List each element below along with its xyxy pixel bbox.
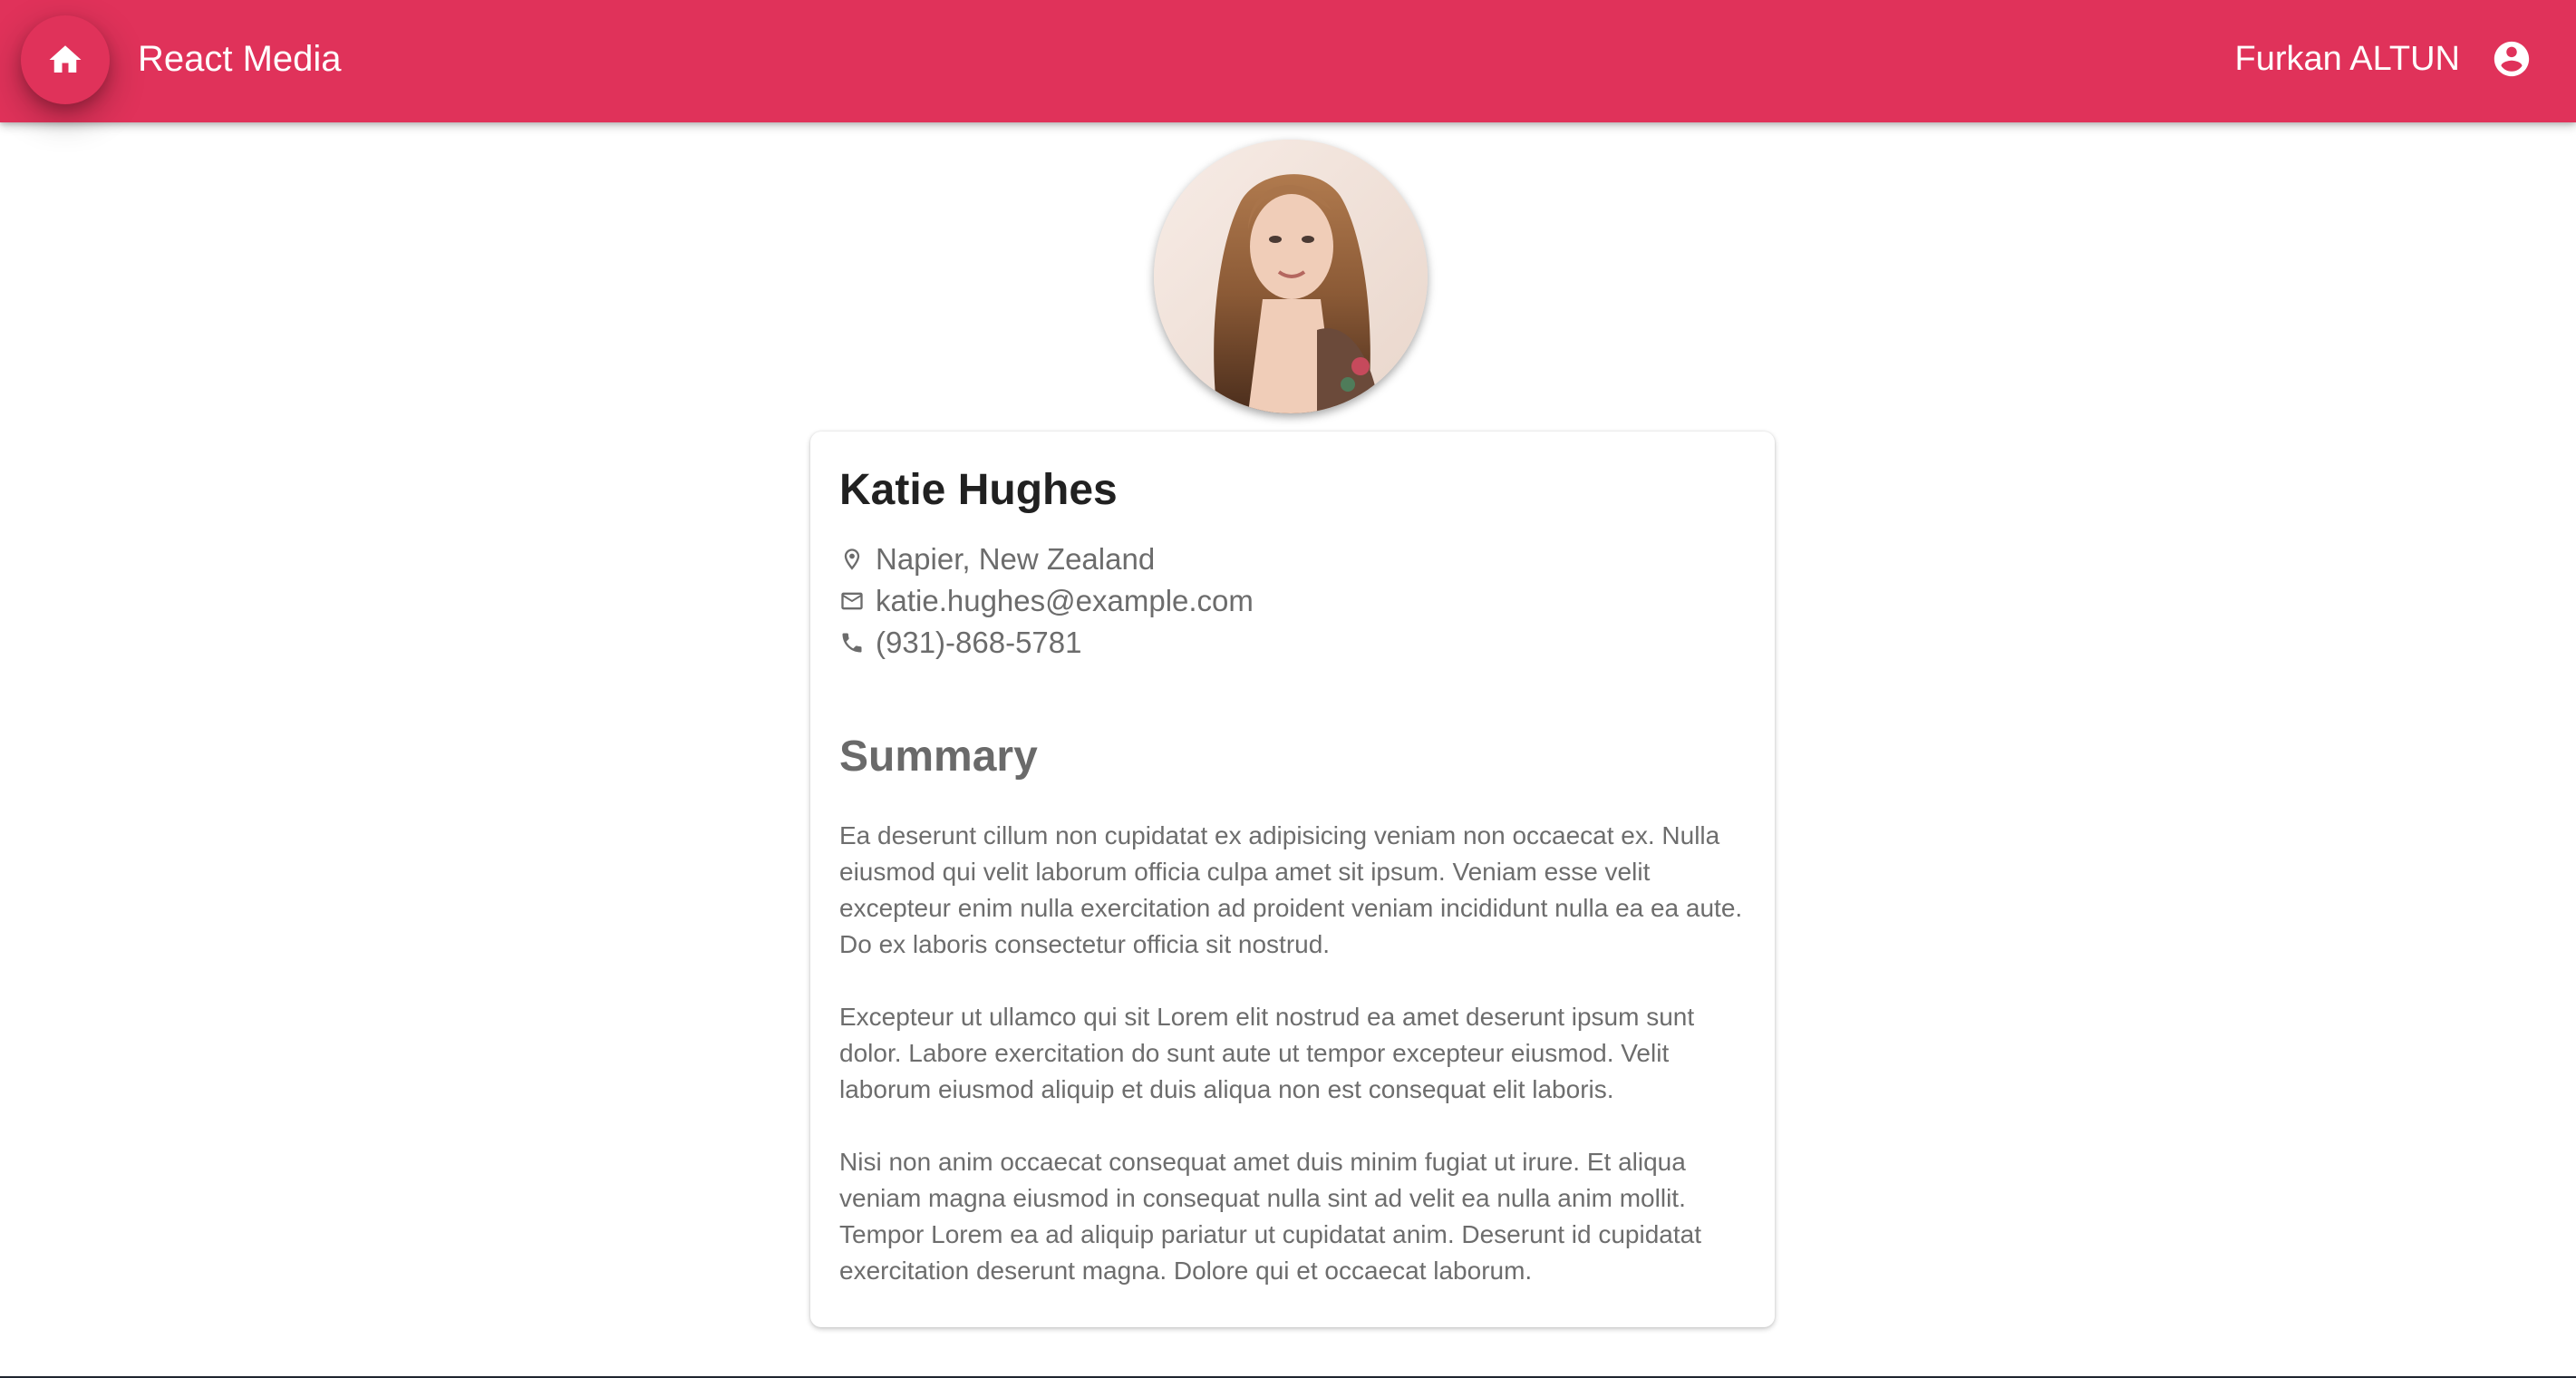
profile-name: Katie Hughes — [839, 466, 1118, 514]
profile-avatar — [1154, 140, 1428, 413]
phone-text[interactable]: (931)-868-5781 — [876, 626, 1082, 660]
home-button[interactable] — [21, 15, 110, 104]
account-circle-icon[interactable] — [2491, 38, 2532, 80]
phone-icon — [842, 633, 862, 653]
profile-card: Katie Hughes Napier, New Zealand katie.h… — [810, 432, 1775, 1327]
home-icon — [49, 45, 82, 73]
location-row: Napier, New Zealand — [839, 539, 1746, 580]
app-title: React Media — [138, 39, 342, 79]
phone-row: (931)-868-5781 — [839, 622, 1746, 664]
location-text: Napier, New Zealand — [876, 542, 1156, 576]
contact-info: Napier, New Zealand katie.hughes@example… — [839, 539, 1746, 664]
mail-icon — [841, 592, 863, 610]
summary-paragraph: Nisi non anim occaecat consequat amet du… — [839, 1148, 1701, 1285]
summary-heading: Summary — [839, 733, 1038, 781]
location-pin-icon — [844, 548, 860, 570]
email-row: katie.hughes@example.com — [839, 580, 1746, 622]
user-name: Furkan ALTUN — [2234, 40, 2460, 78]
app-bar: React Media Furkan ALTUN — [0, 0, 2576, 122]
profile-photo — [1154, 140, 1428, 413]
email-text[interactable]: katie.hughes@example.com — [876, 584, 1254, 618]
summary-paragraph: Ea deserunt cillum non cupidatat ex adip… — [839, 821, 1743, 958]
summary-paragraph: Excepteur ut ullamco qui sit Lorem elit … — [839, 1003, 1695, 1103]
